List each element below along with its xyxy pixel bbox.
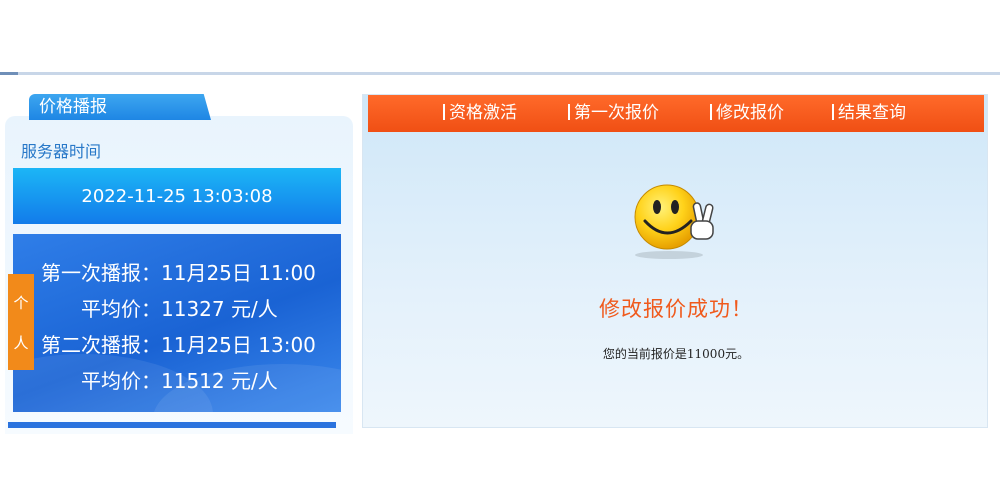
server-time-label: 服务器时间 (21, 142, 102, 161)
nav-first-bid[interactable]: 第一次报价 (568, 95, 659, 132)
side-tab-char: 个 (13, 293, 29, 312)
panel-bottom-strip (8, 422, 336, 428)
current-bid-message: 您的当前报价是11000元。 (602, 347, 750, 361)
personal-side-tab[interactable]: 个 人 (8, 274, 34, 370)
side-tab-char: 人 (13, 333, 29, 352)
second-broadcast-label: 第二次播报：11月25日 13:00 (41, 333, 316, 357)
top-divider-accent (0, 72, 18, 75)
smiley-victory-icon (634, 184, 714, 259)
broadcast-info-box: 第一次播报：11月25日 11:00 平均价：11327 元/人 第二次播报：1… (13, 234, 341, 412)
nav-result-query[interactable]: 结果查询 (832, 95, 906, 132)
nav-label: 结果查询 (838, 103, 906, 123)
nav-separator (710, 104, 712, 120)
second-broadcast-average: 平均价：11512 元/人 (81, 369, 278, 393)
first-broadcast-average: 平均价：11327 元/人 (81, 297, 278, 321)
nav-label: 修改报价 (716, 103, 784, 123)
nav-label: 第一次报价 (574, 103, 659, 123)
nav-modify-bid[interactable]: 修改报价 (710, 95, 784, 132)
top-nav-bar: 资格激活 第一次报价 修改报价 结果查询 (368, 95, 984, 132)
server-time-text: 2022-11-25 13:03:08 (81, 185, 273, 207)
nav-qualification-activation[interactable]: 资格激活 (443, 95, 517, 132)
success-message: 修改报价成功！ (599, 297, 753, 321)
nav-label: 资格激活 (449, 103, 517, 123)
nav-separator (832, 104, 834, 120)
price-broadcast-panel: 价格播报 服务器时间 2022-11-25 13:03:08 第一次播报：11月… (5, 94, 353, 434)
server-time-value: 2022-11-25 13:03:08 (13, 168, 341, 224)
nav-separator (568, 104, 570, 120)
result-panel: 资格激活 第一次报价 修改报价 结果查询 修改报价成功！ 您的当前报价是1100… (362, 94, 988, 428)
nav-separator (443, 104, 445, 120)
top-divider (0, 72, 1000, 75)
first-broadcast-label: 第一次播报：11月25日 11:00 (41, 261, 316, 285)
broadcast-panel-title: 价格播报 (29, 94, 211, 120)
